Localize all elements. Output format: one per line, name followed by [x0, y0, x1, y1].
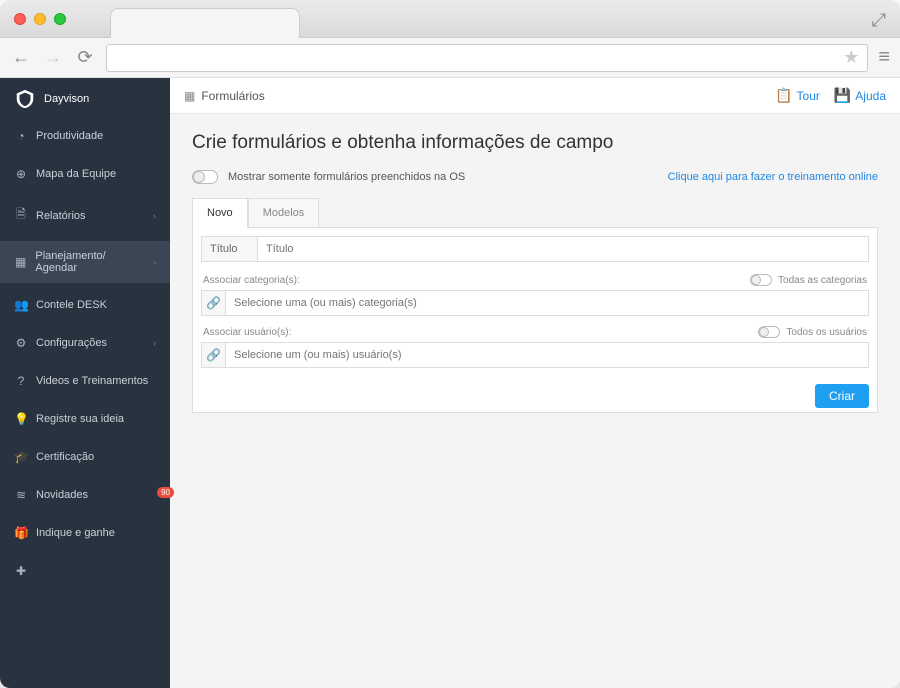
gear-icon: ⚙ [14, 336, 28, 350]
help-icon: ? [14, 374, 28, 388]
page-heading: Crie formulários e obtenha informações d… [192, 132, 878, 154]
create-button[interactable]: Criar [815, 384, 869, 408]
expand-icon[interactable]: ⤢ [872, 10, 886, 31]
all-users-label: Todos os usuários [786, 327, 867, 338]
tabs: Novo Modelos [192, 198, 878, 227]
sidebar-item-indique[interactable]: 🎁 Indique e ganhe [0, 517, 170, 549]
address-bar[interactable]: ★ [106, 44, 868, 72]
plus-icon: ✚ [14, 564, 28, 578]
chevron-right-icon: › [153, 257, 156, 267]
sidebar-item-label: Produtividade [36, 130, 103, 142]
save-icon: 💾 [834, 87, 851, 104]
app-logo-icon [14, 88, 36, 110]
gauge-icon: ◔ [14, 129, 28, 143]
browser-toolbar: ← → ⟳ ★ ≡ [0, 38, 900, 78]
users-icon: 👥 [14, 298, 28, 312]
assoc-user-label: Associar usuário(s): [203, 327, 291, 338]
link-icon: 🔗 [202, 343, 226, 367]
sidebar-item-add[interactable]: ✚ [0, 555, 170, 587]
sidebar-item-planejamento[interactable]: ▦ Planejamento/ Agendar › [0, 241, 170, 283]
forward-button: → [42, 47, 64, 68]
sidebar-item-label: Videos e Treinamentos [36, 375, 148, 387]
sidebar-item-certificacao[interactable]: 🎓 Certificação [0, 441, 170, 473]
sidebar-user[interactable]: Dayvison [0, 78, 170, 120]
sidebar-item-ideia[interactable]: 💡 Registre sua ideia [0, 403, 170, 435]
browser-tab[interactable] [110, 8, 300, 38]
window-maximize-icon[interactable] [54, 13, 66, 25]
page-title: Formulários [201, 89, 264, 103]
title-label: Título [202, 237, 258, 261]
sidebar-item-label: Planejamento/ Agendar [35, 250, 145, 274]
gift-icon: 🎁 [14, 526, 28, 540]
link-icon: 🔗 [202, 291, 226, 315]
sidebar-item-produtividade[interactable]: ◔ Produtividade [0, 120, 170, 152]
sidebar-item-label: Relatórios [36, 210, 86, 222]
tab-modelos[interactable]: Modelos [248, 198, 320, 227]
assoc-category: Associar categoria(s): Todas as categori… [193, 270, 877, 322]
title-field: Título [201, 236, 869, 262]
sidebar-item-label: Indique e ganhe [36, 527, 115, 539]
sidebar-item-config[interactable]: ⚙ Configurações › [0, 327, 170, 359]
graduation-icon: 🎓 [14, 450, 28, 464]
all-categories-label: Todas as categorias [778, 275, 867, 286]
bookmark-star-icon[interactable]: ★ [843, 47, 859, 68]
back-button[interactable]: ← [10, 47, 32, 68]
browser-menu-icon[interactable]: ≡ [878, 46, 890, 69]
page-header: ▦ Formulários 📋 Tour 💾 Ajuda [170, 78, 900, 114]
assoc-user: Associar usuário(s): Todos os usuários 🔗 [193, 322, 877, 374]
sidebar-item-label: Certificação [36, 451, 94, 463]
tour-link[interactable]: 📋 Tour [775, 87, 820, 104]
sidebar: Dayvison ◔ Produtividade ⊕ Mapa da Equip… [0, 78, 170, 688]
tab-novo[interactable]: Novo [192, 198, 248, 227]
all-users-toggle[interactable] [758, 326, 780, 338]
user-select[interactable] [226, 343, 868, 367]
sidebar-item-relatorios[interactable]: 🗎 Relatórios › [0, 196, 170, 235]
training-link[interactable]: Clique aqui para fazer o treinamento onl… [668, 171, 878, 183]
globe-icon: ⊕ [14, 167, 28, 181]
lightbulb-icon: 💡 [14, 412, 28, 426]
rss-icon: ≋ [14, 488, 28, 502]
sidebar-item-label: Mapa da Equipe [36, 168, 116, 180]
sidebar-item-novidades[interactable]: ≋ Novidades 90 [0, 479, 170, 511]
sidebar-item-mapa[interactable]: ⊕ Mapa da Equipe [0, 158, 170, 190]
file-icon: 🗎 [14, 205, 28, 226]
sidebar-item-label: Contele DESK [36, 299, 107, 311]
chevron-right-icon: › [153, 338, 156, 348]
reload-button[interactable]: ⟳ [74, 47, 96, 68]
sidebar-item-desk[interactable]: 👥 Contele DESK [0, 289, 170, 321]
form-panel: Título Associar categoria(s): Todas as c… [192, 227, 878, 413]
sidebar-user-name: Dayvison [44, 93, 89, 105]
title-input[interactable] [258, 237, 868, 261]
window-minimize-icon[interactable] [34, 13, 46, 25]
chevron-right-icon: › [153, 211, 156, 221]
titlebar: ⤢ [0, 0, 900, 38]
clipboard-icon: 📋 [775, 87, 792, 104]
filter-os-toggle[interactable] [192, 170, 218, 184]
assoc-category-label: Associar categoria(s): [203, 275, 300, 286]
sidebar-item-label: Registre sua ideia [36, 413, 124, 425]
toggle-label: Mostrar somente formulários preenchidos … [228, 171, 465, 183]
browser-window: ⤢ ← → ⟳ ★ ≡ Dayvison ◔ Produtividade ⊕ M… [0, 0, 900, 688]
badge: 90 [157, 487, 174, 498]
sidebar-item-videos[interactable]: ? Videos e Treinamentos [0, 365, 170, 397]
sidebar-item-label: Configurações [36, 337, 107, 349]
window-close-icon[interactable] [14, 13, 26, 25]
grid-icon: ▦ [14, 255, 27, 269]
help-link[interactable]: 💾 Ajuda [834, 87, 886, 104]
main-area: ▦ Formulários 📋 Tour 💾 Ajuda Crie formul… [170, 78, 900, 688]
all-categories-toggle[interactable] [750, 274, 772, 286]
grid-icon: ▦ [184, 89, 195, 103]
category-select[interactable] [226, 291, 868, 315]
sidebar-item-label: Novidades [36, 489, 88, 501]
